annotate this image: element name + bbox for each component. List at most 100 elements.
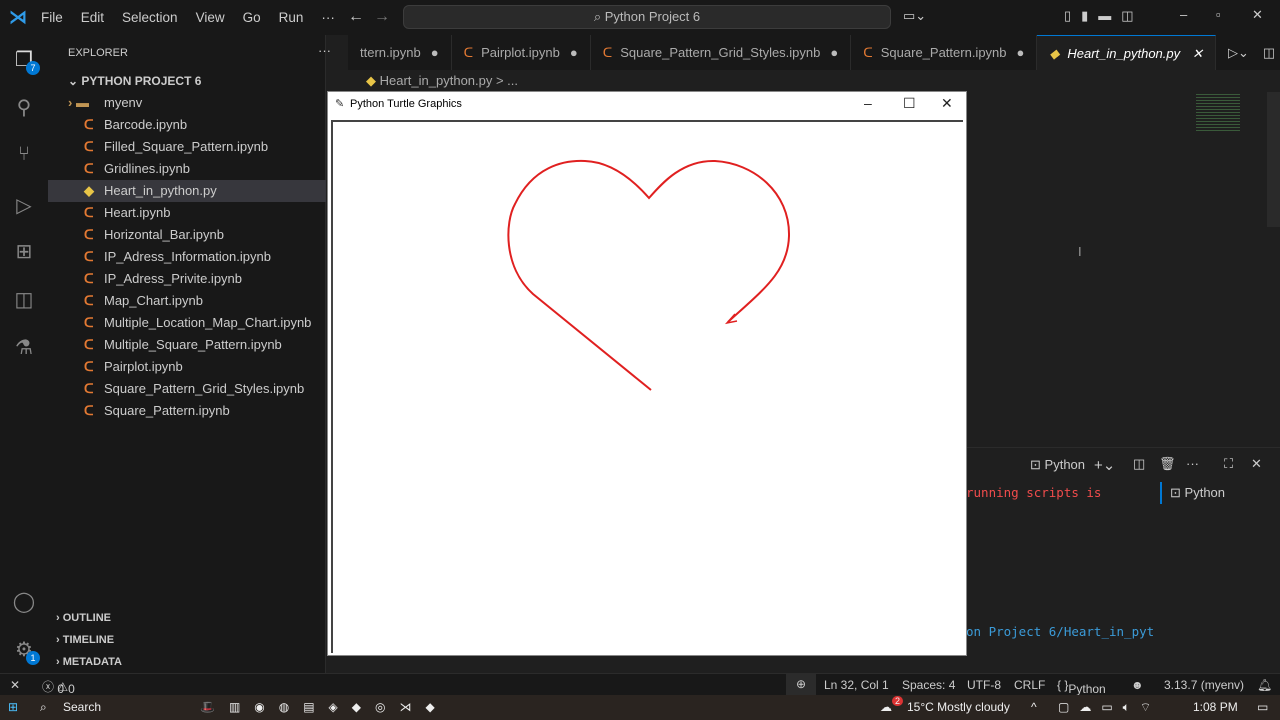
taskbar-search-icon[interactable]: ⌕ [40, 700, 47, 715]
new-terminal-icon[interactable]: +⌄ [1094, 456, 1115, 474]
file-item[interactable]: ᑕ Multiple_Location_Map_Chart.ipynb [48, 312, 326, 334]
file-label: IP_Adress_Information.ipynb [104, 249, 271, 264]
breadcrumb[interactable]: ◆ Heart_in_python.py > ... [366, 73, 518, 89]
text-cursor-icon: I [1078, 244, 1082, 259]
run-debug-icon[interactable]: ▷ [12, 193, 36, 217]
trash-icon[interactable]: 🗑 [1159, 456, 1176, 472]
tab-heart-in-python[interactable]: ◆ Heart_in_python.py ✕ [1037, 35, 1217, 70]
file-label: Pairplot.ipynb [104, 359, 183, 374]
menu-view[interactable]: View [187, 10, 234, 25]
layout-icons[interactable]: ▯▮▬◫ [1064, 8, 1144, 24]
split-terminal-icon[interactable]: ◫ [1133, 456, 1145, 472]
minimize-icon[interactable]: – [1180, 7, 1187, 22]
menu-run[interactable]: Run [270, 10, 313, 25]
weather-text[interactable]: 15°C Mostly cloudy [907, 700, 1010, 714]
terminal-icon: ⊡ [1030, 457, 1041, 472]
menu-more[interactable]: ··· [312, 10, 344, 25]
terminal-list-item[interactable]: ⊡ Python [1170, 485, 1225, 501]
file-item[interactable]: ᑕ Square_Pattern.ipynb [48, 400, 326, 422]
forward-arrow-icon[interactable]: → [374, 8, 390, 26]
back-arrow-icon[interactable]: ← [348, 8, 364, 26]
testing-icon[interactable]: ⚗ [12, 335, 36, 359]
terminal-tab[interactable]: ⊡ Python [1030, 457, 1085, 473]
notebook-icon: ᑕ [863, 45, 873, 60]
close-window-icon[interactable]: ✕ [1252, 7, 1263, 23]
source-control-icon[interactable]: ⑂ [12, 143, 36, 167]
file-item[interactable]: ᑕ IP_Adress_Information.ipynb [48, 246, 326, 268]
zoom-icon[interactable]: ⊕ [786, 674, 816, 695]
timeline-section[interactable]: › TIMELINE [56, 634, 114, 646]
maximize-panel-icon[interactable]: ⛶ [1224, 456, 1233, 472]
run-icon[interactable]: ▷⌄ [1228, 35, 1249, 70]
python-interpreter[interactable]: 3.13.7 (myenv) [1164, 678, 1244, 692]
cursor-position[interactable]: Ln 32, Col 1 [824, 678, 889, 692]
activity-bar: ❐ 7 ⚲ ⑂ ▷ ⊞ ◫ ⚗ ◯ ⚙ 1 [0, 35, 48, 673]
turtle-close-icon[interactable]: ✕ [941, 95, 953, 112]
command-center-search[interactable]: ⌕ Python Project 6 [403, 5, 891, 29]
menu-go[interactable]: Go [234, 10, 270, 25]
terminal-more-icon[interactable]: ··· [1186, 456, 1199, 471]
menu-bar: File Edit Selection View Go Run ··· [32, 10, 344, 25]
clock[interactable]: 1:08 PM [1193, 700, 1238, 714]
copilot-status-icon[interactable]: ☻ [1131, 678, 1144, 692]
more-actions-icon[interactable]: ··· [318, 43, 331, 58]
file-label: Filled_Square_Pattern.ipynb [104, 139, 269, 154]
split-editor-icon[interactable]: ◫ [1263, 35, 1275, 70]
editor-tabs: ttern.ipynb ● ᑕ Pairplot.ipynb ● ᑕ Square_Pa… [348, 35, 1280, 70]
minimap[interactable] [1196, 92, 1240, 132]
tab-label: Square_Pattern_Grid_Styles.ipynb [620, 45, 821, 60]
line-ending[interactable]: CRLF [1014, 678, 1045, 692]
turtle-minimize-icon[interactable]: – [864, 95, 872, 111]
file-item[interactable]: ᑕ Multiple_Square_Pattern.ipynb [48, 334, 326, 356]
extensions-icon[interactable]: ⊞ [12, 239, 36, 263]
tab-square-pattern-grid-styles[interactable]: ᑕ Square_Pattern_Grid_Styles.ipynb ● [591, 35, 852, 70]
file-item[interactable]: ᑕ Map_Chart.ipynb [48, 290, 326, 312]
file-item[interactable]: ᑕ Gridlines.ipynb [48, 158, 326, 180]
remote-icon[interactable]: ◫ [12, 287, 36, 311]
file-item[interactable]: ᑕ Barcode.ipynb [48, 114, 326, 136]
taskbar-apps[interactable]: 🎩▥◉◍▤◈◆◎⋊◆ [200, 700, 449, 714]
close-tab-icon[interactable]: ✕ [1192, 46, 1203, 61]
notifications-bell-icon[interactable]: 🔔︎ [1257, 678, 1272, 692]
file-item[interactable]: ᑕ Horizontal_Bar.ipynb [48, 224, 326, 246]
file-item[interactable]: ᑕ Filled_Square_Pattern.ipynb [48, 136, 326, 158]
taskbar-search[interactable]: Search [63, 700, 101, 714]
file-label: Multiple_Location_Map_Chart.ipynb [104, 315, 312, 330]
tab-square-pattern[interactable]: ᑕ Square_Pattern.ipynb ● [851, 35, 1038, 70]
search-icon[interactable]: ⚲ [12, 95, 36, 119]
remote-status-icon[interactable]: ✕ [10, 678, 20, 692]
close-panel-icon[interactable]: ✕ [1251, 456, 1262, 472]
tab-square-pattern-partial[interactable]: ttern.ipynb ● [348, 35, 452, 70]
menu-edit[interactable]: Edit [72, 10, 113, 25]
encoding[interactable]: UTF-8 [967, 678, 1001, 692]
tray-chevron-icon[interactable]: ^ [1031, 700, 1037, 714]
account-icon[interactable]: ◯ [12, 589, 36, 613]
restore-icon[interactable]: ▫ [1216, 7, 1221, 22]
file-item[interactable]: ◆ Heart_in_python.py [48, 180, 326, 202]
file-item[interactable]: ᑕ Heart.ipynb [48, 202, 326, 224]
tab-pairplot[interactable]: ᑕ Pairplot.ipynb ● [452, 35, 591, 70]
panel-divider [966, 447, 1280, 448]
turtle-maximize-icon[interactable]: ☐ [903, 95, 916, 112]
menu-selection[interactable]: Selection [113, 10, 187, 25]
metadata-section[interactable]: › METADATA [56, 656, 122, 668]
menu-file[interactable]: File [32, 10, 72, 25]
outline-section[interactable]: › OUTLINE [56, 612, 111, 624]
notification-center-icon[interactable]: ▭ [1257, 700, 1268, 714]
weather-icon[interactable]: ☁ [880, 700, 892, 714]
notebook-icon: ᑕ [84, 337, 94, 352]
folder-item[interactable]: › ▬ myenv [48, 92, 326, 114]
file-item[interactable]: ᑕ Pairplot.ipynb [48, 356, 326, 378]
language-mode[interactable]: { } Python [1057, 678, 1106, 696]
windows-start-icon[interactable]: ⊞ [8, 700, 18, 714]
indentation[interactable]: Spaces: 4 [902, 678, 955, 692]
project-folder[interactable]: ⌄ PYTHON PROJECT 6 [48, 70, 326, 92]
file-item[interactable]: ᑕ Square_Pattern_Grid_Styles.ipynb [48, 378, 326, 400]
system-tray-icons[interactable]: ▢☁▭🔈︎⌔ [1058, 700, 1161, 715]
file-label: Map_Chart.ipynb [104, 293, 203, 308]
problems-status[interactable]: ⓧ 0 ⚠ 0 [42, 678, 75, 696]
scrollbar[interactable] [1267, 92, 1280, 227]
notebook-icon: ᑕ [84, 139, 94, 154]
file-item[interactable]: ᑕ IP_Adress_Privite.ipynb [48, 268, 326, 290]
copilot-icon[interactable]: ▭⌄ [903, 8, 926, 24]
